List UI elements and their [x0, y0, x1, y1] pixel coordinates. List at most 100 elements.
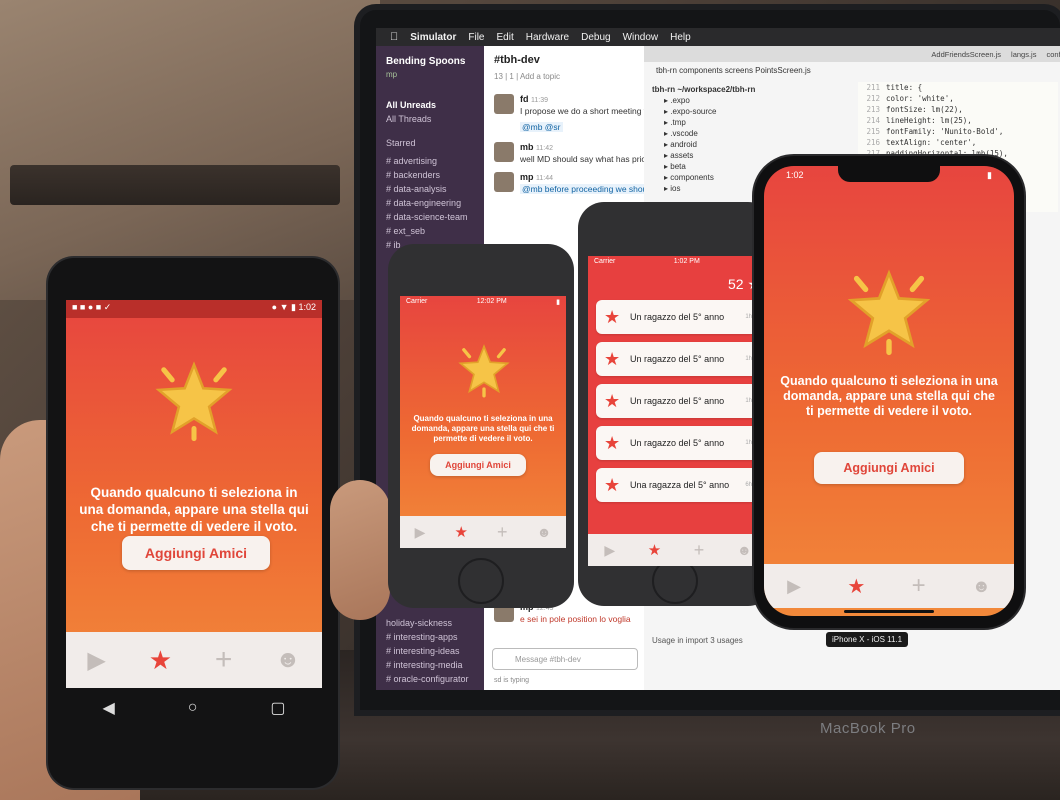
- slack-message-input[interactable]: Message #tbh-dev: [492, 648, 638, 670]
- menu-debug[interactable]: Debug: [581, 32, 610, 43]
- avatar[interactable]: [494, 142, 514, 162]
- star-icon: ★: [604, 475, 621, 495]
- play-icon[interactable]: ▶: [87, 646, 105, 675]
- slack-channel[interactable]: # interesting-ideas: [386, 644, 482, 658]
- tab-bar: ▶ ★ + ☻: [66, 632, 322, 688]
- slack-channel-list: # advertising # backenders # data-analys…: [386, 154, 482, 252]
- smiley-icon[interactable]: ☻: [972, 576, 991, 597]
- slack-channel[interactable]: # data-science-team: [386, 210, 482, 224]
- tree-folder[interactable]: ▸ .tmp: [652, 117, 848, 128]
- empty-state-message: Quando qualcuno ti seleziona in una doma…: [411, 414, 555, 443]
- apple-icon[interactable]: : [390, 31, 398, 43]
- menu-edit[interactable]: Edit: [497, 32, 514, 43]
- tree-root[interactable]: tbh-rn ~/workspace2/tbh-rn: [652, 84, 848, 95]
- ios-time: 12:02 PM: [476, 298, 507, 305]
- slack-channel[interactable]: # backenders: [386, 168, 482, 182]
- battery-icon: ▮: [987, 170, 992, 180]
- ios-time: 1:02 PM: [673, 258, 700, 265]
- editor-tab[interactable]: AddFriendsScreen.js: [931, 50, 1001, 59]
- list-item-label: Un ragazzo del 5° anno: [630, 312, 725, 322]
- menu-window[interactable]: Window: [623, 32, 659, 43]
- home-icon[interactable]: ○: [188, 699, 198, 717]
- plus-icon[interactable]: +: [215, 643, 233, 677]
- slack-channel[interactable]: # data-engineering: [386, 196, 482, 210]
- recents-icon[interactable]: ▢: [270, 698, 285, 718]
- add-friends-button[interactable]: Aggiungi Amici: [430, 454, 526, 476]
- menu-help[interactable]: Help: [670, 32, 691, 43]
- list-item[interactable]: ★ Un ragazzo del 5° anno 1h: [596, 342, 760, 376]
- tree-folder[interactable]: ▸ .expo-source: [652, 106, 848, 117]
- star-icon[interactable]: ★: [648, 541, 661, 559]
- slack-channel[interactable]: # data-analysis: [386, 182, 482, 196]
- slack-channel[interactable]: holiday-sickness: [386, 616, 482, 630]
- list-item-time: 1h: [745, 440, 752, 446]
- slack-channel[interactable]: # advertising: [386, 154, 482, 168]
- ios-statusbar: 1:02 ▮: [764, 166, 1014, 185]
- shelf: [10, 165, 340, 205]
- menu-simulator[interactable]: Simulator: [410, 32, 456, 43]
- slack-all-threads[interactable]: All Threads: [386, 114, 431, 124]
- list-item[interactable]: ★ Una ragazza del 5° anno 6h: [596, 468, 760, 502]
- list-item-label: Un ragazzo del 5° anno: [630, 354, 725, 364]
- editor-breadcrumb[interactable]: tbh-rn components screens PointsScreen.j…: [656, 66, 811, 75]
- tree-folder[interactable]: ▸ .expo: [652, 95, 848, 106]
- star-icon: [458, 344, 510, 398]
- simulator-label: iPhone X - iOS 11.1: [826, 632, 909, 647]
- list-item-label: Un ragazzo del 5° anno: [630, 438, 725, 448]
- star-icon[interactable]: ★: [149, 645, 172, 676]
- slack-typing-indicator: sd is typing: [494, 677, 530, 684]
- tab-bar: ▶ ★ + ☻: [400, 516, 566, 548]
- star-icon: [847, 269, 931, 356]
- home-indicator[interactable]: [844, 610, 934, 613]
- points-value: 52: [727, 276, 744, 292]
- play-icon[interactable]: ▶: [415, 524, 426, 541]
- plus-icon[interactable]: +: [912, 572, 926, 600]
- notification-icons: ■ ■ ● ■ ✓: [72, 302, 112, 312]
- slack-all-unreads[interactable]: All Unreads: [386, 100, 436, 110]
- menu-file[interactable]: File: [468, 32, 484, 43]
- add-friends-button[interactable]: Aggiungi Amici: [122, 536, 270, 570]
- editor-tab[interactable]: config.js: [1046, 50, 1060, 59]
- star-icon[interactable]: ★: [847, 574, 865, 599]
- slack-channel[interactable]: # ext_seb: [386, 224, 482, 238]
- tree-folder[interactable]: ▸ .vscode: [652, 128, 848, 139]
- menu-hardware[interactable]: Hardware: [526, 32, 569, 43]
- slack-channel[interactable]: # oracle-configurator: [386, 672, 482, 686]
- add-friends-button[interactable]: Aggiungi Amici: [814, 452, 964, 484]
- list-item[interactable]: ★ Un ragazzo del 5° anno 1h: [596, 300, 760, 334]
- editor-tab[interactable]: langs.js: [1011, 50, 1036, 59]
- tree-folder[interactable]: ▸ android: [652, 139, 848, 150]
- macbook-label: MacBook Pro: [820, 720, 916, 737]
- android-navbar: ◀ ○ ▢: [66, 688, 322, 728]
- avatar[interactable]: [494, 172, 514, 192]
- iphone8-screen: Carrier 12:02 PM ▮ Quando qualcuno ti se…: [400, 296, 566, 548]
- plus-icon[interactable]: +: [497, 522, 508, 543]
- plus-icon[interactable]: +: [694, 540, 705, 561]
- slack-starred-header: Starred: [386, 138, 416, 148]
- list-item-time: 1h: [745, 356, 752, 362]
- list-item[interactable]: ★ Un ragazzo del 5° anno 1h: [596, 384, 760, 418]
- slack-channel[interactable]: # interesting-apps: [386, 630, 482, 644]
- play-icon[interactable]: ▶: [787, 576, 801, 597]
- carrier-label: Carrier: [406, 298, 428, 305]
- usage-panel[interactable]: Usage in import 3 usages: [652, 636, 743, 645]
- star-icon[interactable]: ★: [454, 523, 467, 541]
- smiley-icon[interactable]: ☻: [275, 646, 300, 674]
- smiley-icon[interactable]: ☻: [537, 524, 552, 540]
- list-item-label: Una ragazza del 5° anno: [630, 480, 730, 490]
- battery-icon: ▮: [556, 299, 560, 306]
- slack-channel-list-bottom: holiday-sickness # interesting-apps # in…: [386, 616, 482, 686]
- list-item[interactable]: ★ Un ragazzo del 5° anno 1h: [596, 426, 760, 460]
- ios-statusbar: Carrier 1:02 PM ▮: [588, 256, 768, 268]
- smiley-icon[interactable]: ☻: [737, 542, 752, 558]
- slack-team-name[interactable]: Bending Spoons: [386, 56, 465, 67]
- star-icon: ★: [604, 307, 621, 327]
- slack-channel[interactable]: # interesting-media: [386, 658, 482, 672]
- carrier-label: Carrier: [594, 258, 616, 265]
- home-button[interactable]: [458, 558, 504, 604]
- slack-channel-title: #tbh-dev: [494, 54, 540, 66]
- play-icon[interactable]: ▶: [604, 542, 615, 559]
- avatar[interactable]: [494, 94, 514, 114]
- list-item-time: 1h: [745, 398, 752, 404]
- back-icon[interactable]: ◀: [102, 698, 114, 718]
